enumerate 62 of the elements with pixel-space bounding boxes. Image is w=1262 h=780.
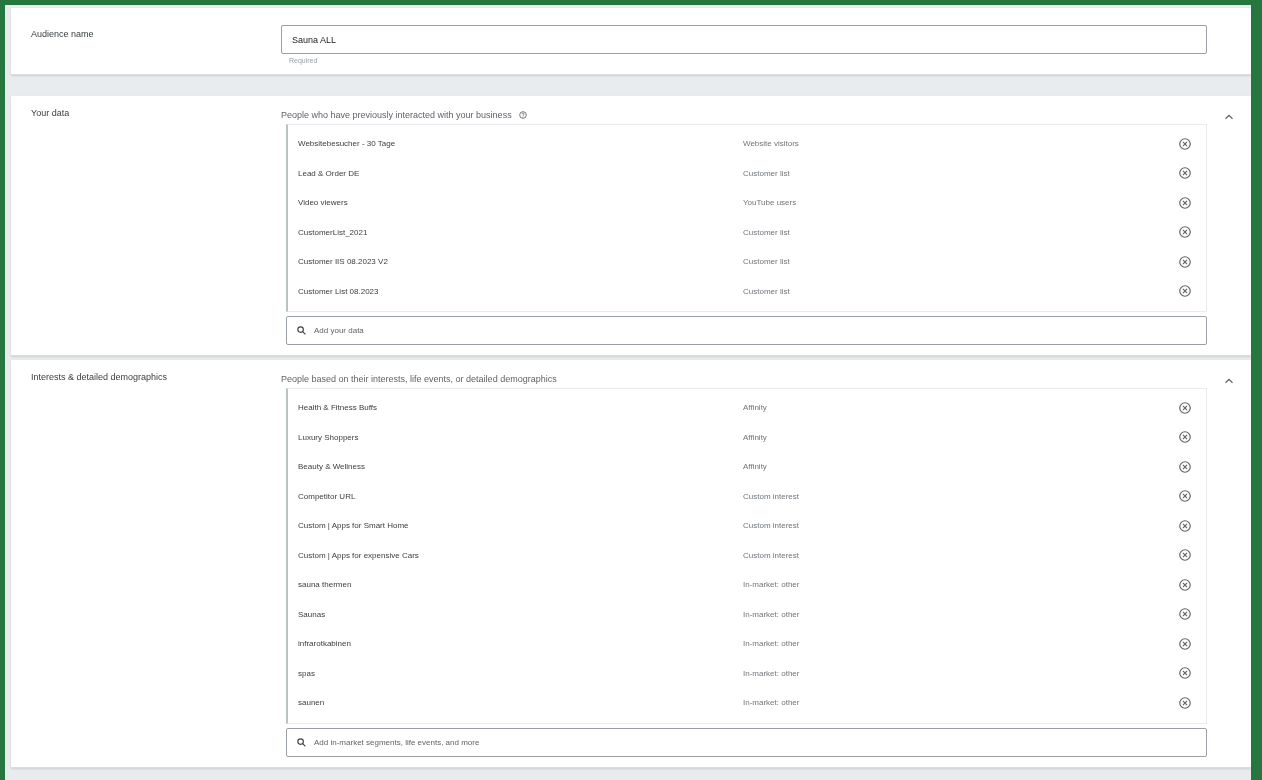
item-name: Competitor URL <box>298 491 357 501</box>
item-name: saunen <box>298 698 326 708</box>
remove-icon[interactable] <box>1178 254 1192 269</box>
help-icon[interactable] <box>517 110 528 120</box>
item-name: Luxury Shoppers <box>298 432 360 442</box>
remove-icon[interactable] <box>1178 136 1192 151</box>
remove-icon[interactable] <box>1178 518 1192 533</box>
item-type: In-market: other <box>743 580 801 590</box>
item-type: Website visitors <box>743 139 800 149</box>
item-name: Video viewers <box>298 198 349 208</box>
section-description: People based on their interests, life events, or detailed demographics <box>281 374 557 384</box>
remove-icon[interactable] <box>1178 459 1192 474</box>
item-name: Websitebesucher - 30 Tage <box>298 139 397 149</box>
item-type: Affinity <box>743 403 768 413</box>
item-name: sauna thermen <box>298 580 353 590</box>
field-label: Audience name <box>30 28 95 41</box>
item-type: Affinity <box>743 432 768 442</box>
search-field[interactable]: Add your data <box>286 316 1207 345</box>
item-name: Custom | Apps for Smart Home <box>298 521 410 531</box>
remove-icon[interactable] <box>1178 166 1192 181</box>
item-name: CustomerList_2021 <box>298 227 369 237</box>
section-label: Your data <box>30 108 71 120</box>
item-type: In-market: other <box>743 639 801 649</box>
item-type: In-market: other <box>743 668 801 678</box>
item-name: Beauty & Wellness <box>298 462 366 472</box>
item-type: In-market: other <box>743 698 801 708</box>
item-name: Lead & Order DE <box>298 168 361 178</box>
remove-icon[interactable] <box>1178 195 1192 210</box>
item-type: Custom interest <box>743 491 801 501</box>
item-type: YouTube users <box>743 198 798 208</box>
item-type: Customer list <box>743 257 791 267</box>
item-name: Health & Fitness Buffs <box>298 403 378 413</box>
item-name: spas <box>298 668 316 678</box>
remove-icon[interactable] <box>1178 430 1192 445</box>
item-type: Affinity <box>743 462 768 472</box>
remove-icon[interactable] <box>1178 489 1192 504</box>
item-type: Customer list <box>743 168 791 178</box>
remove-icon[interactable] <box>1178 607 1192 622</box>
section-label: Interests & detailed demographics <box>30 372 169 384</box>
item-type: Customer list <box>743 286 791 296</box>
item-name: Custom | Apps for expensive Cars <box>298 550 420 560</box>
name-field[interactable]: Sauna ALL <box>281 25 1207 54</box>
item-type: Customer list <box>743 227 791 237</box>
remove-icon[interactable] <box>1178 284 1192 299</box>
item-name: infrarotkabinen <box>298 639 352 649</box>
remove-icon[interactable] <box>1178 400 1192 415</box>
remove-icon[interactable] <box>1178 666 1192 681</box>
search-icon <box>296 736 307 748</box>
section-description: People who have previously interacted with your business <box>281 110 512 120</box>
remove-icon[interactable] <box>1178 577 1192 592</box>
remove-icon[interactable] <box>1178 225 1192 240</box>
search-icon <box>296 325 307 336</box>
item-type: Custom interest <box>743 521 801 531</box>
item-name: Saunas <box>298 609 327 619</box>
item-type: Custom interest <box>743 550 801 560</box>
item-name: Customer List 08.2023 <box>298 286 380 296</box>
remove-icon[interactable] <box>1178 548 1192 563</box>
remove-icon[interactable] <box>1178 636 1192 651</box>
remove-icon[interactable] <box>1178 695 1192 710</box>
item-name: Customer IIS 08.2023 V2 <box>298 257 389 267</box>
item-type: In-market: other <box>743 609 801 619</box>
search-field[interactable]: Add in-market segments, life events, and more <box>286 727 1207 757</box>
